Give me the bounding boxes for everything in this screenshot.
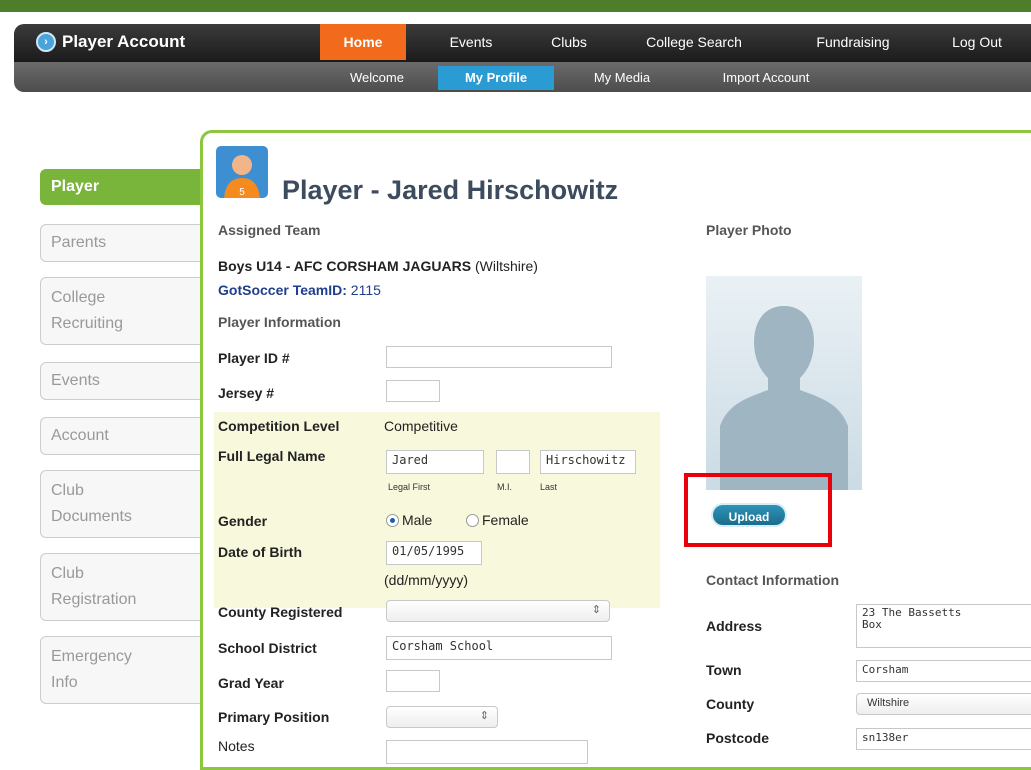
last-caption: Last [540,482,558,492]
arrow-circle-icon: › [36,32,56,52]
subnav-my-media[interactable]: My Media [584,66,660,90]
gender-female-radio[interactable] [466,514,479,527]
mi-caption: M.I. [497,482,512,492]
dob-format-hint: (dd/mm/yyyy) [384,572,468,588]
gender-male-radio[interactable] [386,514,399,527]
address-label: Address [706,618,763,634]
gender-female-label: Female [482,512,529,528]
subnav-welcome[interactable]: Welcome [340,66,414,90]
select-arrows-icon: ⇕ [591,604,601,616]
nav-fundraising[interactable]: Fundraising [804,24,902,60]
sub-nav-bar: Welcome My Profile My Media Import Accou… [14,62,1031,92]
notes-label: Notes [218,738,255,754]
postcode-input[interactable]: sn138er [856,728,1031,750]
player-photo-heading: Player Photo [706,222,792,238]
grad-year-input[interactable] [386,670,440,692]
first-name-input[interactable]: Jared [386,450,484,474]
player-id-label: Player ID # [218,350,290,366]
dob-input[interactable]: 01/05/1995 [386,541,482,565]
primary-position-select[interactable]: ⇕ [386,706,498,728]
top-accent-strip [0,0,1031,12]
teamid-line: GotSoccer TeamID: 2115 [218,282,381,298]
nav-home[interactable]: Home [320,24,406,60]
contact-info-heading: Contact Information [706,572,839,588]
subnav-import-account[interactable]: Import Account [706,66,826,90]
silhouette-icon [720,306,848,490]
team-name: Boys U14 - AFC CORSHAM JAGUARS [218,258,472,274]
sidebar-tab-parents[interactable]: Parents [40,224,202,262]
sidebar-tab-player[interactable]: Player [40,169,202,205]
svg-text:5: 5 [239,187,245,198]
player-info-heading: Player Information [218,314,341,330]
last-name-input[interactable]: Hirschowitz [540,450,636,474]
sidebar-tab-club-registration[interactable]: Club Registration [40,553,202,621]
subnav-my-profile[interactable]: My Profile [438,66,554,90]
postcode-label: Postcode [706,730,770,746]
page-title: Player - Jared Hirschowitz [282,175,619,205]
sidebar-tab-club-documents[interactable]: Club Documents [40,470,202,538]
school-label: School District [218,640,317,656]
jersey-input[interactable] [386,380,440,402]
highlight-box [684,473,832,547]
player-id-input[interactable] [386,346,612,368]
nav-clubs[interactable]: Clubs [542,24,596,60]
county-registered-select[interactable]: ⇕ [386,600,610,622]
town-label: Town [706,662,742,678]
middle-initial-input[interactable] [496,450,530,474]
primary-position-label: Primary Position [218,709,330,725]
grad-year-label: Grad Year [218,675,284,691]
brand-label: Player Account [62,32,186,51]
gender-male-label: Male [402,512,433,528]
team-region: (Wiltshire) [474,258,538,274]
county-select[interactable]: Wiltshire [856,693,1031,715]
county-label: County [706,696,755,712]
main-nav-bar: › Player Account Home Events Clubs Colle… [14,24,1031,62]
jersey-label: Jersey # [218,385,275,401]
first-caption: Legal First [388,482,431,492]
town-input[interactable]: Corsham [856,660,1031,682]
county-select-value: Wiltshire [867,697,910,709]
notes-textarea[interactable] [386,740,588,764]
gender-label: Gender [218,513,268,529]
address-input[interactable]: 23 The Bassetts Box [856,604,1031,648]
dob-label: Date of Birth [218,544,302,560]
school-input[interactable]: Corsham School [386,636,612,660]
nav-log-out[interactable]: Log Out [944,24,1010,60]
sidebar-tab-account[interactable]: Account [40,417,202,455]
select-arrows-icon: ⇕ [479,710,489,722]
competition-value: Competitive [384,418,458,434]
legal-name-label: Full Legal Name [218,448,326,464]
teamid-label: GotSoccer TeamID: [218,282,347,298]
teamid-value: 2115 [350,282,381,298]
county-registered-label: County Registered [218,604,343,620]
player-photo [706,276,862,490]
competition-label: Competition Level [218,418,340,434]
assigned-team-heading: Assigned Team [218,222,321,238]
sidebar-tab-college-recruiting[interactable]: College Recruiting [40,277,202,345]
team-line: Boys U14 - AFC CORSHAM JAGUARS (Wiltshir… [218,258,538,274]
sidebar-tab-emergency-info[interactable]: Emergency Info [40,636,202,704]
nav-events[interactable]: Events [438,24,504,60]
player-avatar-icon: 5 [216,146,268,198]
sidebar-tab-events[interactable]: Events [40,362,202,400]
nav-college-search[interactable]: College Search [636,24,752,60]
brand[interactable]: › Player Account [36,32,185,52]
